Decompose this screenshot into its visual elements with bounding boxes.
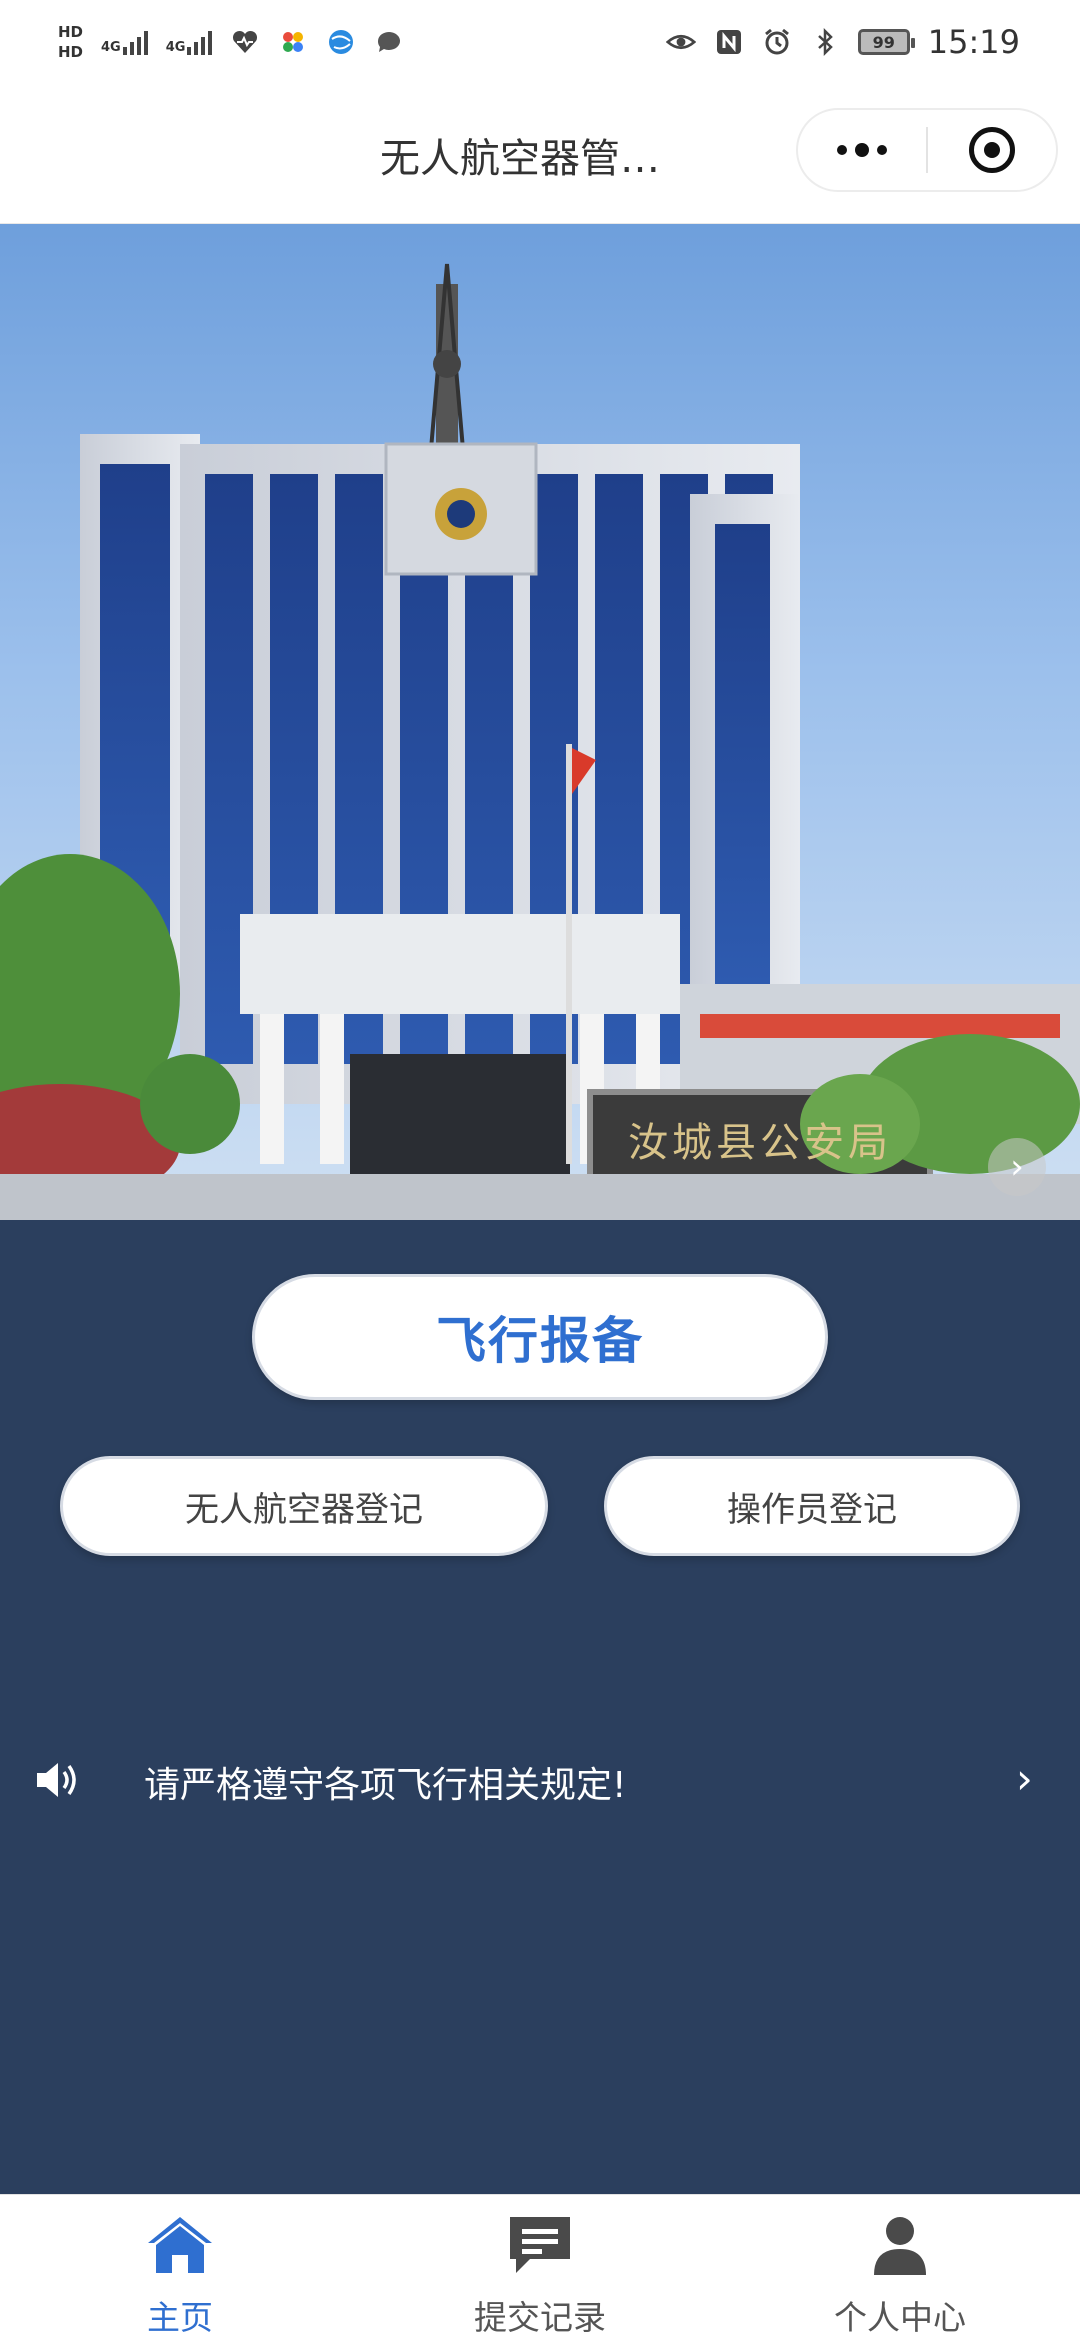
flight-report-button[interactable]: 飞行报备 — [252, 1274, 828, 1400]
status-bar-left: HD HD 4G 4G — [58, 22, 404, 62]
police-building-photo — [0, 263, 1080, 1220]
more-icon[interactable] — [798, 110, 926, 190]
tab-profile[interactable]: 个人中心 — [780, 2195, 1020, 2340]
notice-text: 请严格遵守各项飞行相关规定! — [144, 1765, 627, 1806]
message-icon — [510, 2217, 570, 2273]
notice-bar[interactable]: 请严格遵守各项飞行相关规定! › — [0, 1740, 1080, 1820]
building-sign: 汝城县公安局 — [628, 1120, 892, 1166]
alarm-icon — [764, 28, 789, 55]
mini-program-nav-bar: 无人航空器管… — [0, 84, 1080, 224]
tab-profile-label: 个人中心 — [834, 2298, 966, 2337]
hd-indicator: HD HD — [58, 22, 83, 62]
tab-records[interactable]: 提交记录 — [420, 2195, 660, 2340]
banner-carousel[interactable]: 汝城县公安局 › — [0, 224, 1080, 1220]
close-target-icon[interactable] — [928, 110, 1056, 190]
clock: 15:19 — [927, 23, 1020, 61]
signal-bars-icon — [187, 29, 213, 55]
speaker-icon — [37, 1763, 76, 1797]
uav-register-label: 无人航空器登记 — [185, 1489, 423, 1530]
eye-icon — [665, 34, 696, 50]
nfc-icon — [716, 30, 741, 54]
status-bar-right: 99 15:19 — [665, 23, 1020, 61]
chevron-right-icon[interactable]: › — [988, 1138, 1046, 1196]
operator-register-label: 操作员登记 — [727, 1489, 897, 1530]
home-icon — [148, 2217, 212, 2273]
network-label-1: 4G — [101, 40, 121, 55]
page-title: 无人航空器管… — [380, 136, 660, 182]
tab-home[interactable]: 主页 — [60, 2195, 300, 2340]
chevron-right-icon[interactable]: › — [1016, 1754, 1033, 1803]
operator-register-button[interactable]: 操作员登记 — [604, 1456, 1020, 1556]
tab-home-label: 主页 — [147, 2298, 213, 2337]
health-heart-icon — [233, 30, 258, 53]
status-bar: HD HD 4G 4G 99 15:19 — [0, 0, 1080, 84]
hd-label-2: HD — [58, 43, 84, 61]
bluetooth-icon — [817, 27, 833, 57]
flight-report-label: 飞行报备 — [436, 1312, 644, 1370]
uav-register-button[interactable]: 无人航空器登记 — [60, 1456, 548, 1556]
tab-records-label: 提交记录 — [474, 2298, 606, 2337]
app-screen: HD HD 4G 4G 99 15:19 无人航空器管… 汝城县公安局 › 飞行… — [0, 0, 1080, 2340]
battery-icon: 99 — [857, 29, 915, 55]
person-icon — [874, 2217, 926, 2275]
chat-bubble-icon — [378, 31, 401, 52]
signal-bars-icon — [122, 29, 148, 55]
signal-2: 4G — [166, 29, 213, 55]
browser-globe-icon — [329, 30, 354, 54]
app-pinwheel-icon — [283, 32, 304, 52]
signal-1: 4G — [101, 29, 148, 55]
hd-label-1: HD — [58, 23, 84, 41]
network-label-2: 4G — [165, 40, 186, 55]
bottom-tab-bar: 主页 提交记录 个人中心 — [0, 2194, 1080, 2340]
capsule-menu — [796, 108, 1058, 192]
battery-level: 99 — [872, 32, 895, 52]
